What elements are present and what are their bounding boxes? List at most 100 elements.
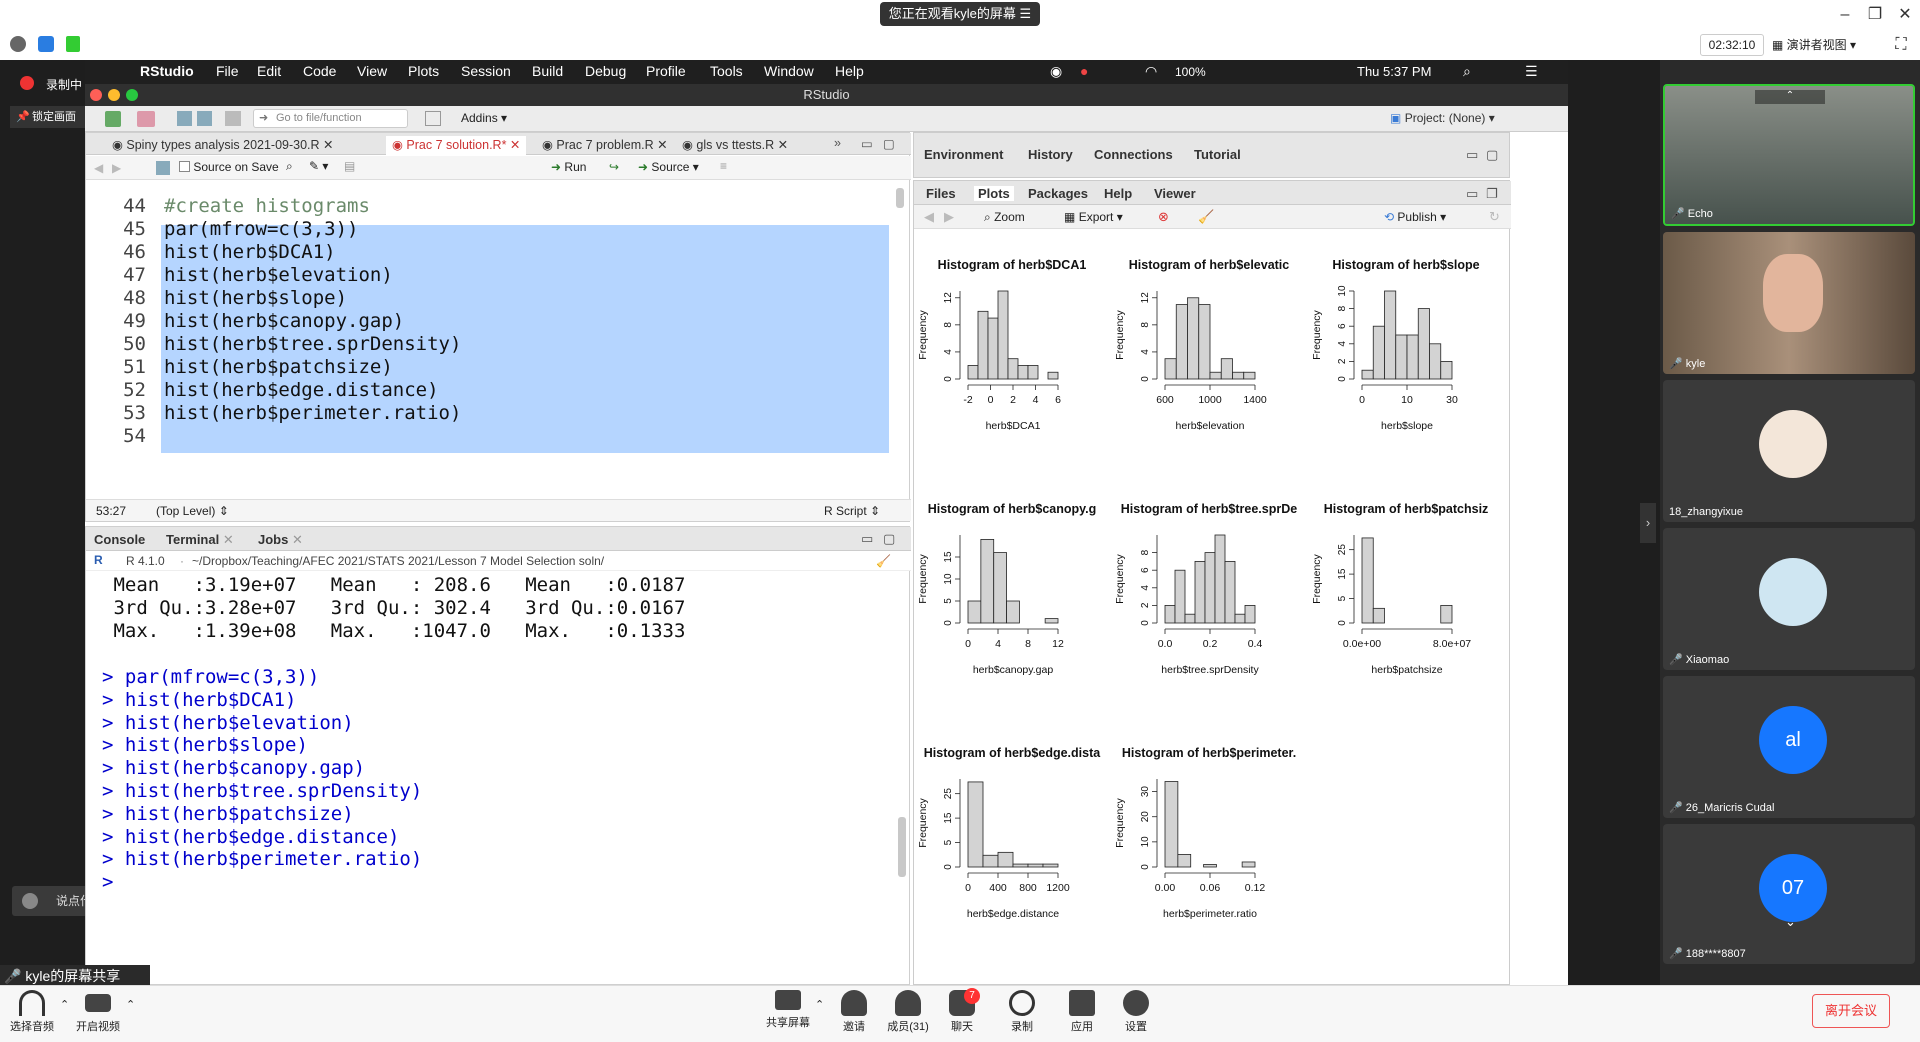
addins-menu[interactable]: Addins ▾ xyxy=(461,111,507,125)
outline-icon[interactable]: ≡ xyxy=(720,159,727,173)
tab-help[interactable]: Help xyxy=(1104,186,1132,201)
forward-arrow-icon[interactable]: ▶ xyxy=(112,161,121,175)
checkbox-box[interactable] xyxy=(179,161,190,172)
shield-icon[interactable] xyxy=(38,36,54,52)
minimize-pane-icon[interactable]: ▭ xyxy=(1466,186,1478,202)
working-directory[interactable]: ~/Dropbox/Teaching/AFEC 2021/STATS 2021/… xyxy=(192,554,604,568)
prev-plot-icon[interactable]: ◀ xyxy=(924,209,934,225)
remove-plot-icon[interactable]: ⊗ xyxy=(1158,209,1169,225)
participant-tile-zhangyixue[interactable]: 18_zhangyixue xyxy=(1663,380,1915,522)
record-button[interactable]: 录制 xyxy=(992,990,1052,1034)
zoom-window-button[interactable] xyxy=(126,89,138,101)
tab-history[interactable]: History xyxy=(1028,147,1073,162)
menu-plots[interactable]: Plots xyxy=(408,63,439,79)
audio-button[interactable]: 选择音频 xyxy=(2,990,62,1034)
presenter-view-toggle[interactable]: ▦ 演讲者视图 ▾ xyxy=(1772,34,1882,56)
menu-debug[interactable]: Debug xyxy=(585,63,626,79)
code-line[interactable]: hist(herb$tree.sprDensity) xyxy=(164,333,461,355)
leave-meeting-button[interactable]: 离开会议 xyxy=(1812,994,1890,1028)
tab-tutorial[interactable]: Tutorial xyxy=(1194,147,1241,162)
source-button[interactable]: ➜ Source ▾ xyxy=(638,160,699,174)
editor-scrollbar[interactable] xyxy=(896,188,904,208)
code-line[interactable]: hist(herb$slope) xyxy=(164,287,347,309)
tab-prac7-solution[interactable]: ◉ Prac 7 solution.R* ✕ xyxy=(386,136,527,155)
video-button[interactable]: 开启视频 xyxy=(68,990,128,1034)
export-button[interactable]: ▦ Export ▾ xyxy=(1064,210,1123,224)
clear-plots-icon[interactable]: 🧹 xyxy=(1198,209,1214,225)
participant-tile-188[interactable]: 07 ⌄ 🎤 188****8807 xyxy=(1663,824,1915,964)
restore-pane-icon[interactable]: ▭ xyxy=(1466,147,1478,163)
console-scrollbar[interactable] xyxy=(898,817,906,877)
close-icon[interactable]: ✕ xyxy=(1894,4,1916,26)
next-plot-icon[interactable]: ▶ xyxy=(944,209,954,225)
menu-edit[interactable]: Edit xyxy=(257,63,281,79)
menu-build[interactable]: Build xyxy=(532,63,563,79)
menu-list-icon[interactable]: ☰ xyxy=(1525,63,1538,80)
clock[interactable]: Thu 5:37 PM xyxy=(1357,64,1431,79)
video-options-icon[interactable]: ⌃ xyxy=(126,998,135,1011)
more-tabs-icon[interactable]: » xyxy=(834,136,841,150)
goto-file-input[interactable]: ➜ Go to file/function xyxy=(253,109,408,128)
participant-tile-xiaomao[interactable]: 🎤 Xiaomao xyxy=(1663,528,1915,670)
menu-file[interactable]: File xyxy=(216,63,239,79)
save-icon[interactable] xyxy=(177,111,192,126)
source-on-save-checkbox[interactable]: Source on Save xyxy=(179,160,279,174)
tab-prac7-problem[interactable]: ◉ Prac 7 problem.R ✕ xyxy=(536,136,674,155)
minimize-pane-icon[interactable]: ▭ xyxy=(861,531,873,547)
tab-terminal[interactable]: Terminal ✕ xyxy=(166,532,234,548)
wechat-icon[interactable]: ◉ xyxy=(1050,63,1062,80)
menu-view[interactable]: View xyxy=(357,63,387,79)
close-window-button[interactable] xyxy=(90,89,102,101)
close-tab-icon[interactable]: ✕ xyxy=(223,532,234,547)
maximize-pane-icon[interactable]: ▢ xyxy=(883,531,895,547)
members-button[interactable]: 成员(31) xyxy=(878,990,938,1034)
open-folder-icon[interactable] xyxy=(137,111,155,127)
collapse-gallery-icon[interactable]: › xyxy=(1640,503,1656,543)
refresh-icon[interactable]: ↻ xyxy=(1489,209,1500,225)
restore-icon[interactable]: ❐ xyxy=(1864,4,1886,26)
maximize-pane-icon[interactable]: ▢ xyxy=(1486,147,1498,163)
fullscreen-icon[interactable]: ⛶ xyxy=(1890,34,1912,56)
publish-button[interactable]: ⟲ Publish ▾ xyxy=(1384,210,1446,224)
restore-pane-icon[interactable]: ❐ xyxy=(1486,186,1498,202)
code-line[interactable]: hist(herb$edge.distance) xyxy=(164,379,439,401)
spotlight-icon[interactable]: ⌕ xyxy=(1463,63,1471,80)
viewing-banner[interactable]: 您正在观看kyle的屏幕 ☰ xyxy=(880,2,1040,26)
share-screen-button[interactable]: 共享屏幕 xyxy=(758,990,818,1030)
menu-profile[interactable]: Profile xyxy=(646,63,686,79)
menu-tools[interactable]: Tools xyxy=(710,63,743,79)
wifi-icon[interactable]: ◠ xyxy=(1145,63,1157,80)
settings-button[interactable]: 设置 xyxy=(1106,990,1166,1034)
scope-selector[interactable]: (Top Level) ⇕ xyxy=(156,504,229,518)
zoom-button[interactable]: ⌕ Zoom xyxy=(984,210,1025,225)
tab-environment[interactable]: Environment xyxy=(924,147,1003,162)
code-line[interactable]: hist(herb$elevation) xyxy=(164,264,393,286)
apps-button[interactable]: 应用 xyxy=(1052,990,1112,1034)
status-icon[interactable]: ● xyxy=(1080,63,1088,79)
layout-grid-icon[interactable] xyxy=(425,111,441,126)
tab-spiny-types[interactable]: ◉ Spiny types analysis 2021-09-30.R ✕ xyxy=(106,136,340,155)
tab-viewer[interactable]: Viewer xyxy=(1154,186,1196,201)
menu-help[interactable]: Help xyxy=(835,63,864,79)
tab-plots[interactable]: Plots xyxy=(974,186,1014,201)
minimize-icon[interactable]: – xyxy=(1834,4,1856,26)
code-line[interactable]: hist(herb$patchsize) xyxy=(164,356,393,378)
menu-app-name[interactable]: RStudio xyxy=(140,63,194,79)
tab-connections[interactable]: Connections xyxy=(1094,147,1173,162)
info-icon[interactable] xyxy=(10,36,26,52)
tab-gls-vs-ttests[interactable]: ◉ gls vs ttests.R ✕ xyxy=(676,136,794,155)
print-icon[interactable] xyxy=(225,111,241,126)
minimize-pane-icon[interactable]: ▭ xyxy=(861,136,873,151)
rerun-icon[interactable]: ↪ xyxy=(609,160,619,174)
tab-console[interactable]: Console xyxy=(94,532,145,547)
search-icon[interactable]: ⌕ xyxy=(286,159,293,174)
code-line[interactable]: #create histograms xyxy=(164,195,370,217)
new-file-icon[interactable] xyxy=(105,111,121,127)
back-arrow-icon[interactable]: ◀ xyxy=(94,161,103,175)
compile-report-icon[interactable]: ▤ xyxy=(344,159,355,173)
menu-session[interactable]: Session xyxy=(461,63,511,79)
code-line[interactable]: hist(herb$perimeter.ratio) xyxy=(164,402,461,424)
close-tab-icon[interactable]: ✕ xyxy=(292,532,303,547)
code-line[interactable]: par(mfrow=c(3,3)) xyxy=(164,218,358,240)
save-file-icon[interactable] xyxy=(156,161,170,175)
